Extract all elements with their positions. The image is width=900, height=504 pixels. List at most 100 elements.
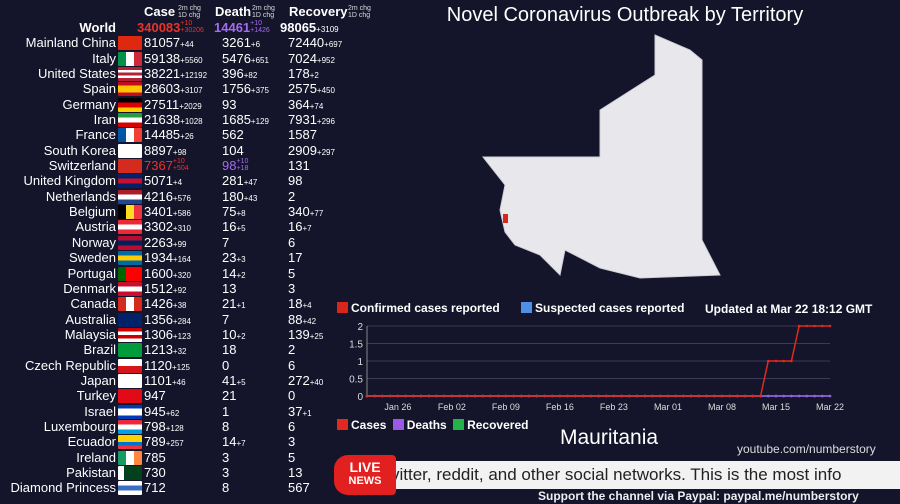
country-name: Brazil (83, 342, 116, 358)
country-name: Australia (65, 311, 116, 327)
data-point (774, 359, 778, 363)
data-point (496, 394, 500, 398)
flag-icon (118, 358, 142, 373)
flag-icon (118, 450, 142, 465)
data-point (766, 394, 770, 398)
green-square-icon (453, 419, 465, 430)
data-point (666, 394, 670, 398)
table-row: Luxembourg 798+128 8 6 (0, 419, 340, 434)
country-name: Turkey (76, 388, 116, 404)
cases-chart: 0 0.5 1 1.5 2 Jan 26 Feb 02 Feb 09 Feb 16 Feb 23 M… (349, 322, 844, 412)
updated-time: Updated at Mar 22 18:12 GMT (705, 302, 873, 316)
data-point (759, 394, 762, 398)
data-point (705, 394, 708, 398)
data-point (813, 394, 816, 398)
data-point (419, 394, 423, 398)
data-point (504, 394, 508, 398)
flag-icon (118, 343, 142, 358)
data-point (412, 394, 415, 398)
table-row: Ireland 785 3 5 (0, 450, 340, 465)
country-name: Malaysia (64, 326, 116, 342)
data-point (728, 394, 731, 398)
table-row: Czech Republic 1120+125 0 6 (0, 358, 340, 373)
data-point (450, 394, 454, 398)
country-name: Israel (84, 403, 116, 419)
youtube-link[interactable]: youtube.com/numberstory (737, 442, 876, 456)
data-point (635, 394, 639, 398)
x-tick-label: Feb 23 (600, 402, 628, 412)
data-point (381, 394, 384, 398)
flag-icon (118, 373, 142, 388)
table-row: Israel 945+62 1 37+1 (0, 404, 340, 419)
data-point (682, 394, 685, 398)
flag-icon (118, 404, 142, 419)
y-tick-label: 2 (357, 322, 363, 333)
data-point (535, 394, 539, 398)
x-tick-label: Mar 08 (708, 402, 736, 412)
data-point (643, 394, 647, 398)
flag-icon (118, 465, 142, 480)
country-name: Czech Republic (24, 357, 116, 373)
data-point (790, 359, 793, 363)
data-point (813, 324, 816, 328)
data-point (658, 394, 662, 398)
chart-legend: Cases Deaths Recovered (337, 418, 528, 432)
data-point (512, 394, 515, 398)
legend-recovered: Recovered (453, 418, 528, 432)
data-point (628, 394, 631, 398)
data-point (805, 394, 809, 398)
table-row: Japan 1101+46 41+5 272+40 (0, 373, 340, 388)
y-tick-label: 0 (357, 392, 363, 403)
recovery-value: 567 (288, 480, 310, 496)
data-point (651, 394, 654, 398)
mauritania-shape (481, 34, 721, 279)
data-point (597, 394, 600, 398)
data-point (365, 394, 369, 398)
data-point (435, 394, 438, 398)
data-point (828, 324, 832, 328)
data-point (558, 394, 562, 398)
data-point (543, 394, 546, 398)
data-point (743, 394, 747, 398)
data-point (458, 394, 461, 398)
data-point (396, 394, 400, 398)
data-point (620, 394, 623, 398)
data-point (674, 394, 677, 398)
x-tick-label: Mar 15 (762, 402, 790, 412)
data-point (820, 324, 824, 328)
data-point (566, 394, 569, 398)
data-point (797, 394, 801, 398)
y-tick-label: 1.5 (349, 340, 363, 351)
flag-icon (118, 327, 142, 342)
data-point (481, 394, 485, 398)
data-point (689, 394, 693, 398)
data-point (527, 394, 531, 398)
x-tick-label: Jan 26 (384, 402, 411, 412)
legend-confirmed: Confirmed cases reported (337, 301, 500, 315)
data-point (712, 394, 716, 398)
table-row: Ecuador 789+257 14+7 3 (0, 434, 340, 450)
country-name: Japan (80, 372, 116, 388)
data-point (697, 394, 701, 398)
country-name: Pakistan (66, 464, 116, 480)
data-point (442, 394, 446, 398)
flag-icon (118, 481, 142, 496)
legend-cases: Cases (337, 418, 386, 432)
red-square-icon (337, 302, 348, 313)
y-tick-label: 0.5 (349, 375, 363, 386)
data-point (589, 394, 593, 398)
data-point (612, 394, 616, 398)
data-point (720, 394, 724, 398)
blue-square-icon (521, 302, 532, 313)
data-point (805, 324, 809, 328)
flag-icon (118, 435, 142, 450)
support-text: Support the channel via Paypal: paypal.m… (538, 489, 859, 503)
table-row: Diamond Princess 712 8 567 (0, 480, 340, 496)
data-point (774, 394, 778, 398)
x-tick-label: Mar 22 (816, 402, 844, 412)
data-point (782, 359, 785, 363)
x-tick-label: Feb 16 (546, 402, 574, 412)
data-point (373, 394, 377, 398)
flag-icon (118, 419, 142, 434)
x-tick-label: Mar 01 (654, 402, 682, 412)
